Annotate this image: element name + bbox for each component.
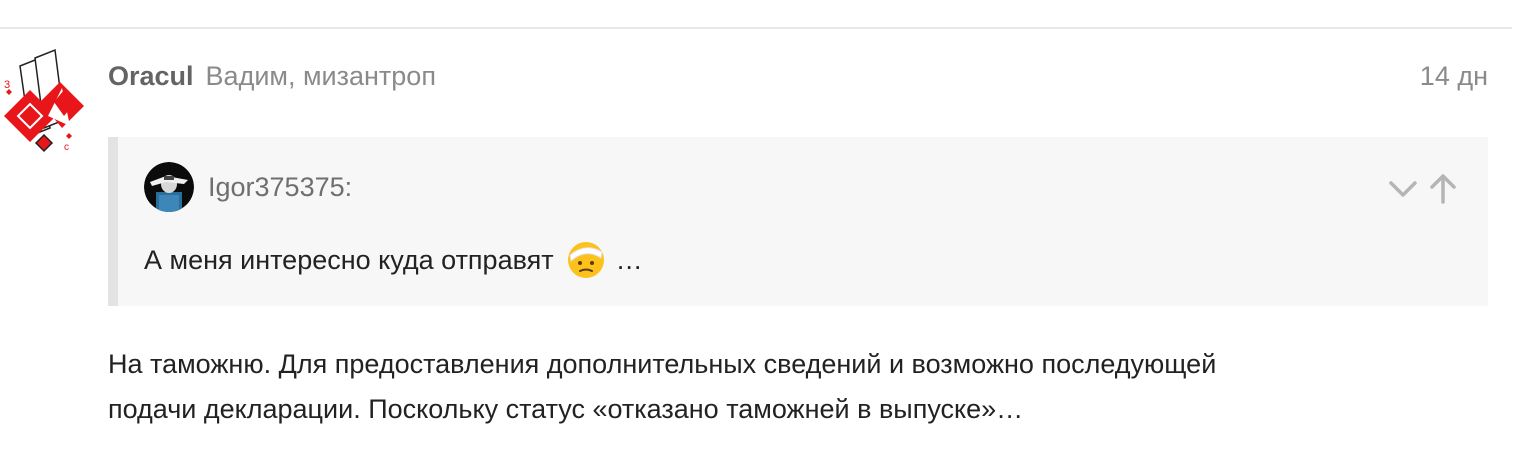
- post-body-line: подачи декларации. Поскольку статус «отк…: [108, 394, 1024, 424]
- quote-text-content: А меня интересно куда отправят: [144, 244, 554, 275]
- quoted-user-avatar[interactable]: [144, 162, 194, 212]
- author-title: Вадим, мизантроп: [205, 60, 436, 91]
- face-with-head-bandage-icon: [566, 240, 606, 280]
- go-to-quoted-post-arrow-up-icon[interactable]: [1426, 172, 1460, 206]
- quote-block: Igor375375: А меня интересно куда отправ…: [108, 137, 1488, 306]
- expand-quote-chevron-down-icon[interactable]: [1386, 172, 1420, 206]
- svg-text:3: 3: [4, 79, 10, 91]
- quote-ellipsis: …: [615, 244, 643, 275]
- post-body: На таможню. Для предоставления дополните…: [108, 342, 1488, 432]
- quote-title: Igor375375:: [144, 162, 352, 212]
- post-body-line: На таможню. Для предоставления дополните…: [108, 349, 1217, 379]
- quote-text: А меня интересно куда отправят …: [144, 240, 643, 280]
- author-avatar[interactable]: 3 c: [0, 28, 90, 158]
- svg-text:c: c: [64, 142, 69, 153]
- post-date[interactable]: 14 дн: [1420, 61, 1488, 92]
- author-username[interactable]: Oracul: [108, 61, 194, 92]
- top-divider: [0, 27, 1512, 29]
- post-header: Oracul Вадим, мизантроп 14 дн: [108, 56, 1488, 96]
- user-avatar-icon: [144, 162, 194, 212]
- quoted-username: Igor375375:: [208, 171, 353, 202]
- playing-card-avatar-icon: 3 c: [4, 48, 84, 153]
- quote-controls: [1386, 172, 1460, 206]
